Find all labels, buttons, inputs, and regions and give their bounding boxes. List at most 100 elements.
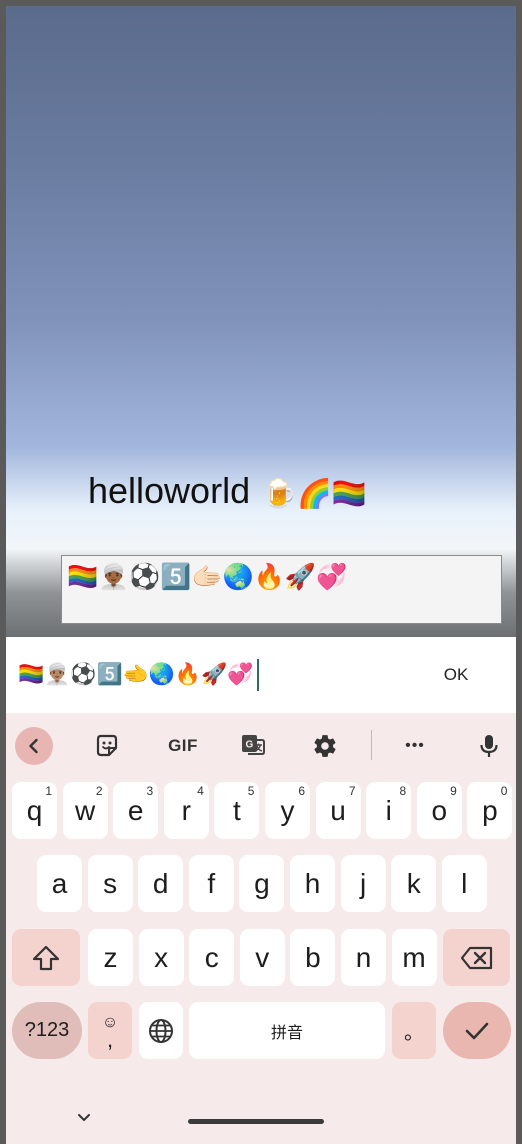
enter-key[interactable]: [443, 1002, 511, 1059]
mic-icon: [480, 735, 498, 757]
key-p[interactable]: p0: [467, 782, 513, 839]
key-v-label: v: [255, 941, 270, 973]
scene-title: helloworld 🍺🌈🏳️‍🌈: [88, 468, 367, 514]
key-f-label: f: [207, 867, 216, 899]
ok-button[interactable]: OK: [426, 659, 486, 691]
text-input-bar: 🏳️‍🌈👳🏽‍♂️⚽5️⃣🫲🌏🔥🚀💞 OK: [6, 637, 516, 713]
key-r[interactable]: r4: [163, 782, 209, 839]
key-s[interactable]: s: [87, 855, 133, 912]
key-q-hint: 1: [45, 784, 52, 798]
key-y[interactable]: y6: [265, 782, 310, 839]
scene-title-text: helloworld: [88, 470, 251, 511]
key-r-label: r: [181, 794, 191, 826]
globe-icon: [149, 1018, 173, 1043]
backspace-key[interactable]: [443, 929, 510, 986]
key-a[interactable]: a: [37, 855, 82, 912]
navigation-handle[interactable]: [188, 1119, 324, 1124]
key-w-hint: 2: [95, 784, 103, 798]
key-t[interactable]: t5: [214, 782, 260, 839]
shift-key[interactable]: [12, 929, 80, 986]
key-z-label: z: [103, 941, 118, 973]
key-o-label: o: [431, 794, 448, 826]
key-h-label: h: [304, 867, 321, 899]
key-u-label: u: [330, 794, 346, 826]
key-l[interactable]: l: [441, 855, 487, 912]
key-e-label: e: [127, 794, 144, 826]
key-p-label: p: [482, 794, 498, 826]
key-m-label: m: [402, 941, 426, 973]
key-n[interactable]: n: [341, 929, 386, 986]
key-p-hint: 0: [500, 784, 508, 798]
key-e-hint: 3: [146, 784, 154, 798]
scene-input-field[interactable]: 🏳️‍🌈👳🏾‍♂️⚽5️⃣🫱🏻🌏🔥🚀💞: [61, 555, 502, 624]
key-c[interactable]: c: [189, 929, 235, 986]
backspace-icon: [460, 946, 492, 969]
key-s-label: s: [103, 867, 118, 899]
key-x-label: x: [154, 941, 169, 973]
key-r-hint: 4: [197, 784, 204, 798]
key-v[interactable]: v: [239, 929, 285, 986]
gear-icon: [314, 735, 336, 757]
scene-input-value: 🏳️‍🌈👳🏾‍♂️⚽5️⃣🫱🏻🌏🔥🚀💞: [67, 563, 348, 591]
scene-title-emoji: 🍺🌈🏳️‍🌈: [262, 478, 367, 509]
space-key[interactable]: 拼音: [189, 1002, 385, 1059]
toolbar-divider: [371, 730, 372, 760]
key-u[interactable]: u7: [315, 782, 361, 839]
period-key[interactable]: 。: [392, 1002, 436, 1059]
more-button[interactable]: •••: [396, 727, 434, 765]
key-z[interactable]: z: [88, 929, 133, 986]
settings-button[interactable]: [306, 727, 344, 765]
key-y-hint: 6: [298, 784, 305, 798]
key-l-label: l: [461, 867, 468, 899]
key-k[interactable]: k: [391, 855, 437, 912]
key-g-label: g: [254, 867, 270, 899]
key-g[interactable]: g: [239, 855, 285, 912]
shift-icon: [32, 945, 60, 970]
gif-button[interactable]: GIF: [161, 727, 205, 765]
text-input-field[interactable]: 🏳️‍🌈👳🏽‍♂️⚽5️⃣🫲🌏🔥🚀💞: [18, 659, 260, 691]
key-t-hint: 5: [247, 784, 255, 798]
key-b[interactable]: b: [290, 929, 336, 986]
key-e[interactable]: e3: [113, 782, 159, 839]
key-x[interactable]: x: [138, 929, 184, 986]
svg-text:G: G: [246, 740, 254, 751]
sticker-button[interactable]: [88, 727, 126, 765]
key-c-label: c: [204, 941, 219, 973]
chevron-down-icon: [78, 1114, 90, 1121]
key-q[interactable]: q1: [12, 782, 57, 839]
translate-button[interactable]: G: [234, 727, 272, 765]
numbers-key[interactable]: ?123: [12, 1002, 82, 1059]
key-t-label: t: [233, 794, 241, 826]
voice-input-button[interactable]: [470, 727, 508, 765]
key-u-hint: 7: [348, 784, 356, 798]
translate-icon: G: [242, 735, 265, 755]
key-d[interactable]: d: [138, 855, 184, 912]
key-b-label: b: [305, 941, 321, 973]
comma-label: ,: [106, 1026, 114, 1052]
key-o-hint: 9: [450, 784, 457, 798]
key-w[interactable]: w2: [62, 782, 108, 839]
key-n-label: n: [355, 941, 372, 973]
more-icon: •••: [405, 737, 425, 754]
key-o[interactable]: o9: [416, 782, 462, 839]
key-i-label: i: [385, 794, 392, 826]
sticker-icon: [96, 734, 118, 757]
key-i[interactable]: i8: [366, 782, 412, 839]
key-f[interactable]: f: [188, 855, 234, 912]
back-button[interactable]: [15, 727, 53, 765]
key-h[interactable]: h: [290, 855, 335, 912]
language-key[interactable]: [139, 1002, 183, 1059]
phone-screen: helloworld 🍺🌈🏳️‍🌈 🏳️‍🌈👳🏾‍♂️⚽5️⃣🫱🏻🌏🔥🚀💞 🏳️‍…: [6, 6, 516, 1144]
key-d-label: d: [152, 867, 169, 899]
key-i-hint: 8: [399, 784, 407, 798]
key-j[interactable]: j: [340, 855, 386, 912]
back-icon: [29, 738, 38, 754]
keyboard: GIF G ••• ?123 ☺ , 拼音 。 q 1 w 2 e 3 r 4 …: [6, 713, 516, 1144]
key-q-label: q: [26, 794, 43, 826]
emoji-comma-key[interactable]: ☺ ,: [88, 1002, 132, 1059]
key-m[interactable]: m: [391, 929, 437, 986]
collapse-keyboard-button[interactable]: [76, 1111, 92, 1123]
key-w-label: w: [74, 794, 96, 826]
key-j-label: j: [359, 867, 367, 899]
key-k-label: k: [406, 867, 421, 899]
